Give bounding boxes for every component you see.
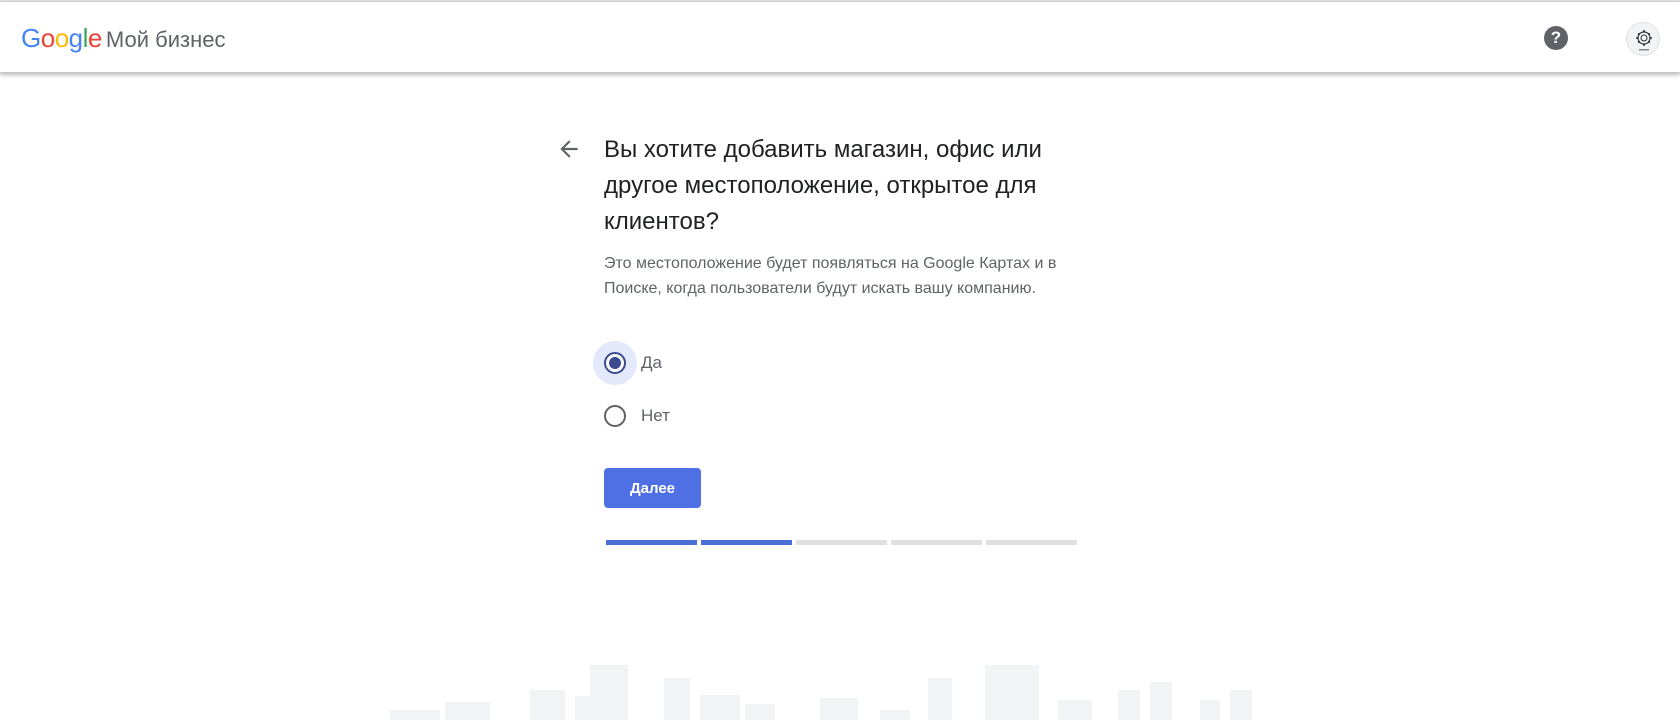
product-name: Мой бизнес (105, 27, 226, 52)
city-skyline-illustration (390, 665, 1252, 720)
logo-letter: o (40, 23, 55, 53)
page-title: Вы хотите добавить магазин, офис или дру… (604, 136, 1042, 235)
avatar-pattern-icon (1636, 30, 1652, 51)
step-progress-bar (606, 540, 1077, 545)
logo-letter: g (68, 23, 83, 53)
google-wordmark: Google (21, 23, 102, 54)
radio-label-yes: Да (641, 353, 662, 372)
help-icon[interactable]: ? (1544, 26, 1568, 50)
google-my-business-logo[interactable]: Google Мой бизнес (21, 23, 225, 55)
progress-step-done (701, 540, 792, 545)
progress-step-pending (986, 540, 1077, 545)
radio-focus-halo (593, 341, 637, 385)
progress-step-pending (891, 540, 982, 545)
radio-option-no[interactable]: Нет (593, 394, 670, 438)
app-header: Google Мой бизнес ? (0, 2, 1680, 73)
back-arrow-icon[interactable] (556, 136, 582, 162)
radio-option-yes[interactable]: Да (593, 341, 662, 385)
avatar[interactable] (1626, 22, 1660, 56)
next-button[interactable]: Далее (604, 468, 701, 508)
radio-button-checked[interactable] (604, 352, 626, 374)
progress-step-pending (796, 540, 887, 545)
radio-button-unchecked[interactable] (604, 405, 626, 427)
progress-step-done (606, 540, 697, 545)
radio-dot (609, 357, 621, 369)
page-description: Это местоположение будет появляться на G… (604, 255, 1057, 297)
radio-label-no: Нет (641, 406, 670, 425)
logo-letter: G (21, 23, 41, 53)
radio-halo (593, 394, 637, 438)
logo-letter: o (54, 23, 69, 53)
logo-letter: e (87, 23, 102, 53)
